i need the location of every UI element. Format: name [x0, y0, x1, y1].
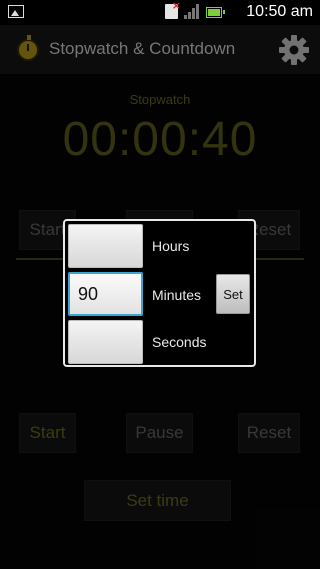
- seconds-input[interactable]: [68, 320, 143, 364]
- seconds-label: Seconds: [152, 334, 207, 350]
- set-time-dialog: Hours 90 Minutes Set Seconds: [63, 219, 256, 367]
- signal-icon: [184, 4, 200, 19]
- status-icons: [165, 0, 225, 19]
- set-button[interactable]: Set: [216, 274, 250, 314]
- hours-label: Hours: [152, 238, 190, 254]
- minutes-label: Minutes: [152, 287, 202, 303]
- status-time: 10:50 am: [246, 3, 313, 20]
- battery-icon: [206, 7, 225, 18]
- image-icon: [8, 5, 24, 18]
- hours-input[interactable]: [68, 224, 143, 268]
- sim-missing-icon: [165, 0, 181, 19]
- status-bar: 10:50 am: [0, 0, 320, 25]
- minutes-input[interactable]: 90: [68, 272, 143, 316]
- app-screen: 10:50 am Stopwatch & Countdown: [0, 0, 320, 569]
